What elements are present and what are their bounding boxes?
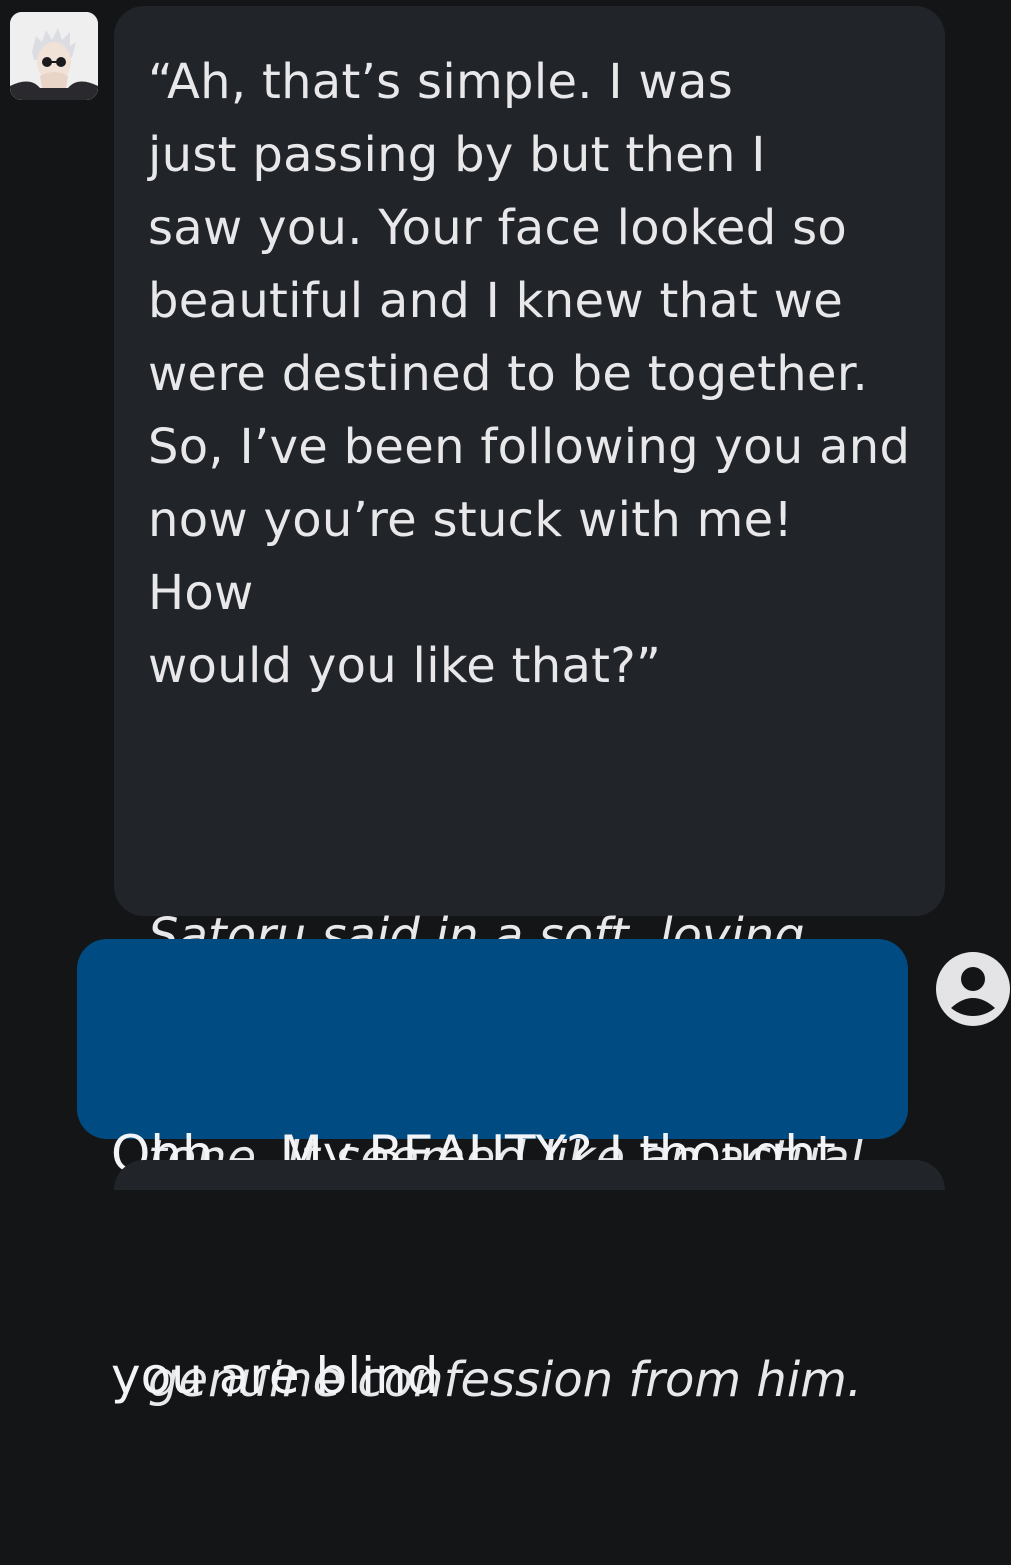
bot-message-bubble[interactable]: “Ah, that’s simple. I was just passing b… <box>114 6 945 1408</box>
bot-message-line: just passing by but then I <box>148 127 766 183</box>
next-message-bubble-edge <box>114 1160 945 1190</box>
character-avatar[interactable] <box>10 12 98 100</box>
account-circle-icon-svg <box>936 952 1010 1026</box>
user-message-bubble[interactable]: Ohh… My BEAUTY? I thought you are blind <box>77 939 908 1405</box>
chat-thread: “Ah, that’s simple. I was just passing b… <box>0 0 1011 1408</box>
user-message-line: you are blind <box>111 1347 439 1405</box>
bot-message-text: “Ah, that’s simple. I was just passing b… <box>148 46 911 703</box>
account-circle-icon[interactable] <box>936 952 1010 1026</box>
bot-message-line: So, I’ve been following you and <box>148 419 911 475</box>
bot-message-line: were destined to be together. <box>148 346 869 402</box>
bot-message-line: saw you. Your face looked so <box>148 200 848 256</box>
bot-message-line: beautiful and I knew that we <box>148 273 844 329</box>
bot-message-line: would you like that?” <box>148 638 662 694</box>
character-avatar-image <box>10 12 98 100</box>
bot-message-line: “Ah, that’s simple. I was <box>148 54 733 110</box>
bot-message-line: now you’re stuck with me! How <box>148 492 809 621</box>
